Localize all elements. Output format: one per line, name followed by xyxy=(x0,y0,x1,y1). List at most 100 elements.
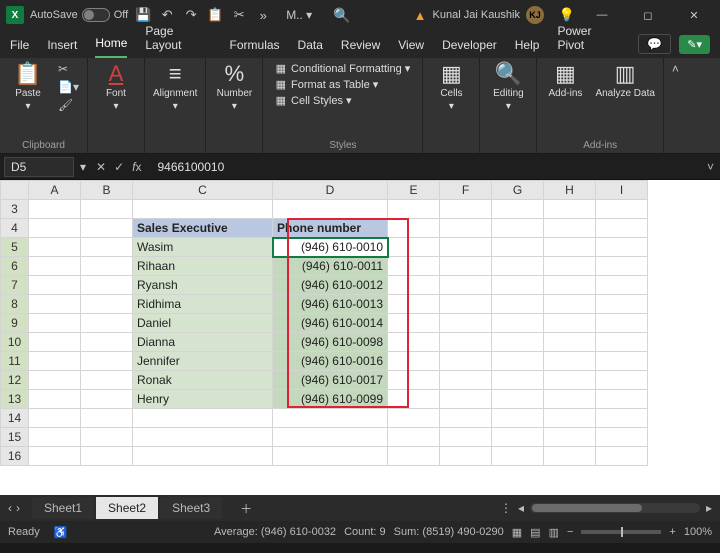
expand-formula-icon[interactable]: ˅ xyxy=(707,160,714,174)
cell-C8[interactable]: Ridhima xyxy=(133,295,273,314)
cell-F12[interactable] xyxy=(440,371,492,390)
cell-D5[interactable]: (946) 610-0010 xyxy=(273,238,388,257)
cell-A7[interactable] xyxy=(29,276,81,295)
cell-I6[interactable] xyxy=(596,257,648,276)
cell-I13[interactable] xyxy=(596,390,648,409)
cell-H15[interactable] xyxy=(544,428,596,447)
format-painter-icon[interactable]: 🖌 xyxy=(58,98,79,112)
cell-G11[interactable] xyxy=(492,352,544,371)
more-icon[interactable]: » xyxy=(254,8,272,23)
cell-I12[interactable] xyxy=(596,371,648,390)
sheet-tab-sheet1[interactable]: Sheet1 xyxy=(32,497,94,519)
horizontal-scrollbar[interactable] xyxy=(530,503,700,513)
cell-styles-button[interactable]: ▦Cell Styles ▾ xyxy=(276,94,411,107)
cell-B16[interactable] xyxy=(81,447,133,466)
tab-file[interactable]: File xyxy=(10,38,29,58)
cell-H12[interactable] xyxy=(544,371,596,390)
cell-D13[interactable]: (946) 610-0099 xyxy=(273,390,388,409)
cell-A9[interactable] xyxy=(29,314,81,333)
cell-B4[interactable] xyxy=(81,219,133,238)
cell-F13[interactable] xyxy=(440,390,492,409)
cell-D16[interactable] xyxy=(273,447,388,466)
cell-F4[interactable] xyxy=(440,219,492,238)
save-icon[interactable]: 💾 xyxy=(134,7,152,23)
sheet-tab-sheet2[interactable]: Sheet2 xyxy=(96,497,158,519)
cell-I8[interactable] xyxy=(596,295,648,314)
row-header-12[interactable]: 12 xyxy=(1,371,29,390)
enter-formula-icon[interactable]: ✓ xyxy=(114,160,124,174)
row-header-6[interactable]: 6 xyxy=(1,257,29,276)
cell-H13[interactable] xyxy=(544,390,596,409)
paste-button[interactable]: 📋 Paste▾ xyxy=(8,62,48,112)
row-header-16[interactable]: 16 xyxy=(1,447,29,466)
tab-power-pivot[interactable]: Power Pivot xyxy=(557,24,620,58)
cell-A15[interactable] xyxy=(29,428,81,447)
cell-B10[interactable] xyxy=(81,333,133,352)
cell-I5[interactable] xyxy=(596,238,648,257)
cells-button[interactable]: ▦ Cells▾ xyxy=(431,62,471,112)
cell-G4[interactable] xyxy=(492,219,544,238)
cell-F7[interactable] xyxy=(440,276,492,295)
cell-G6[interactable] xyxy=(492,257,544,276)
cell-H4[interactable] xyxy=(544,219,596,238)
cell-A10[interactable] xyxy=(29,333,81,352)
cell-D4[interactable]: Phone number xyxy=(273,219,388,238)
cell-H8[interactable] xyxy=(544,295,596,314)
conditional-formatting-button[interactable]: ▦Conditional Formatting ▾ xyxy=(276,62,411,75)
cell-A14[interactable] xyxy=(29,409,81,428)
cell-C10[interactable]: Dianna xyxy=(133,333,273,352)
warning-icon[interactable]: ▲ xyxy=(414,8,427,23)
cell-E9[interactable] xyxy=(388,314,440,333)
analyze-button[interactable]: ▥ Analyze Data xyxy=(595,62,654,99)
view-normal-icon[interactable]: ▦ xyxy=(512,526,522,539)
tab-home[interactable]: Home xyxy=(95,36,127,58)
font-button[interactable]: A Font▾ xyxy=(96,62,136,112)
row-header-11[interactable]: 11 xyxy=(1,352,29,371)
cell-F15[interactable] xyxy=(440,428,492,447)
cell-A13[interactable] xyxy=(29,390,81,409)
sheet-nav-next-icon[interactable]: › xyxy=(16,501,20,515)
cell-A5[interactable] xyxy=(29,238,81,257)
cell-I11[interactable] xyxy=(596,352,648,371)
cell-E6[interactable] xyxy=(388,257,440,276)
cell-H14[interactable] xyxy=(544,409,596,428)
zoom-level[interactable]: 100% xyxy=(684,526,712,538)
cell-G9[interactable] xyxy=(492,314,544,333)
cut-icon[interactable]: ✂ xyxy=(58,62,79,76)
cell-I7[interactable] xyxy=(596,276,648,295)
scroll-right-icon[interactable]: ▸ xyxy=(706,501,712,515)
minimize-button[interactable]: — xyxy=(582,9,622,21)
cell-G7[interactable] xyxy=(492,276,544,295)
col-header-A[interactable]: A xyxy=(29,181,81,200)
cut-icon[interactable]: ✂ xyxy=(230,7,248,23)
cell-I4[interactable] xyxy=(596,219,648,238)
scroll-left-icon[interactable]: ◂ xyxy=(518,501,524,515)
format-as-table-button[interactable]: ▦Format as Table ▾ xyxy=(276,78,411,91)
col-header-D[interactable]: D xyxy=(273,181,388,200)
view-layout-icon[interactable]: ▤ xyxy=(530,526,540,539)
sheet-nav-prev-icon[interactable]: ‹ xyxy=(8,501,12,515)
cell-B3[interactable] xyxy=(81,200,133,219)
cell-B7[interactable] xyxy=(81,276,133,295)
share-button[interactable]: ✎▾ xyxy=(679,35,710,54)
tab-formulas[interactable]: Formulas xyxy=(230,38,280,58)
cell-G16[interactable] xyxy=(492,447,544,466)
cell-F6[interactable] xyxy=(440,257,492,276)
cell-G14[interactable] xyxy=(492,409,544,428)
comments-button[interactable]: 💬 xyxy=(638,34,671,54)
cell-I16[interactable] xyxy=(596,447,648,466)
cell-H10[interactable] xyxy=(544,333,596,352)
cell-H16[interactable] xyxy=(544,447,596,466)
lightbulb-icon[interactable]: 💡 xyxy=(558,7,576,23)
cell-C5[interactable]: Wasim xyxy=(133,238,273,257)
redo-icon[interactable]: ↷ xyxy=(182,7,200,23)
cell-C7[interactable]: Ryansh xyxy=(133,276,273,295)
cell-D15[interactable] xyxy=(273,428,388,447)
tab-page-layout[interactable]: Page Layout xyxy=(145,24,211,58)
col-header-I[interactable]: I xyxy=(596,181,648,200)
cell-E14[interactable] xyxy=(388,409,440,428)
cell-I15[interactable] xyxy=(596,428,648,447)
addins-button[interactable]: ▦ Add-ins xyxy=(545,62,585,99)
cell-C14[interactable] xyxy=(133,409,273,428)
cell-C12[interactable]: Ronak xyxy=(133,371,273,390)
